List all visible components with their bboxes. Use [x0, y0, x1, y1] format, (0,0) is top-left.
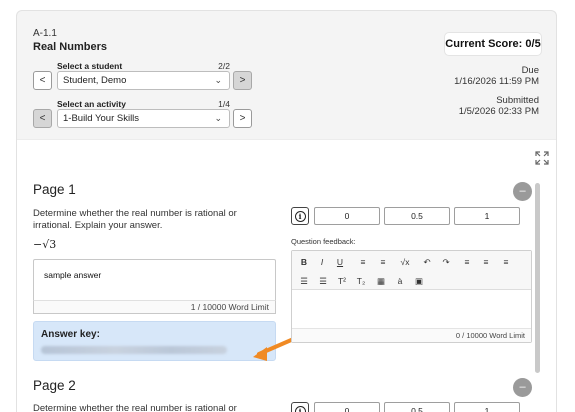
due-date: 1/16/2026 11:59 PM [454, 76, 539, 87]
page-1-title: Page 1 [33, 182, 76, 197]
activity-select-label: Select an activity [57, 99, 126, 109]
student-select[interactable]: Student, Demo ⌄ [57, 71, 230, 90]
chevron-left-icon: < [39, 113, 46, 124]
next-activity-button[interactable]: > [233, 109, 252, 128]
superscript-icon[interactable]: T² [335, 275, 349, 287]
redo-icon[interactable]: ↷ [439, 256, 453, 268]
info-button[interactable]: i [291, 207, 309, 225]
student-select-value: Student, Demo [63, 75, 127, 86]
chevron-down-icon: ⌄ [214, 75, 222, 85]
editor-toolbar: B I U ≡ ≡ √x ↶ ↷ ≡ ≡ ≡ ☰ ☰ T² T₂ ▦ à ▣ [292, 251, 531, 290]
due-label: Due [521, 65, 539, 76]
submitted-label: Submitted [496, 95, 539, 106]
answer-key-blurred [41, 346, 227, 354]
submitted-date: 1/5/2026 02:33 PM [458, 106, 539, 117]
next-student-button[interactable]: > [233, 71, 252, 90]
chevron-right-icon: > [239, 75, 246, 86]
image-icon[interactable]: ▣ [412, 275, 426, 287]
prev-student-button[interactable]: < [33, 71, 52, 90]
question-content: Page 1 – Determine whether the real numb… [17, 139, 556, 412]
info-circle-icon: i [294, 405, 306, 412]
info-circle-icon: i [294, 210, 306, 222]
italic-icon[interactable]: I [315, 256, 329, 268]
page-1-question: Determine whether the real number is rat… [33, 208, 237, 231]
page-2-question: Determine whether the real number is rat… [33, 403, 237, 412]
indent-right-icon[interactable]: ≡ [376, 256, 390, 268]
page-2-score-option-half[interactable]: 0.5 [384, 402, 450, 412]
page-2-title: Page 2 [33, 378, 76, 393]
page-2-score-option-1[interactable]: 1 [454, 402, 520, 412]
chevron-down-icon: ⌄ [214, 113, 222, 123]
page-1-collapse-button[interactable]: – [513, 182, 532, 201]
current-score: Current Score: 0/5 [444, 32, 542, 56]
score-option-half[interactable]: 0.5 [384, 207, 450, 225]
expand-icon[interactable] [535, 151, 549, 165]
grading-panel: A-1.1 Real Numbers Current Score: 0/5 Se… [16, 10, 557, 412]
feedback-label: Question feedback: [291, 237, 356, 246]
page-2-info-button[interactable]: i [291, 402, 309, 412]
assignment-code: A-1.1 [33, 28, 57, 39]
current-score-label: Current Score: [445, 38, 523, 50]
feedback-editor[interactable]: B I U ≡ ≡ √x ↶ ↷ ≡ ≡ ≡ ☰ ☰ T² T₂ ▦ à ▣ 0… [291, 250, 532, 343]
assignment-title: Real Numbers [33, 41, 107, 53]
student-select-label: Select a student [57, 61, 123, 71]
current-score-value: 0/5 [525, 38, 541, 50]
undo-icon[interactable]: ↶ [420, 256, 434, 268]
indent-left-icon[interactable]: ≡ [356, 256, 370, 268]
align-center-icon[interactable]: ≡ [479, 256, 493, 268]
numbered-list-icon[interactable]: ☰ [316, 275, 330, 287]
student-count: 2/2 [218, 61, 230, 71]
page-1-math: −√3 [33, 238, 57, 251]
scrollbar[interactable] [535, 183, 540, 373]
feedback-word-limit: 0 / 10000 Word Limit [292, 328, 531, 342]
activity-select-value: 1-Build Your Skills [63, 113, 140, 124]
special-character-icon[interactable]: à [393, 275, 407, 287]
score-option-1[interactable]: 1 [454, 207, 520, 225]
activity-count: 1/4 [218, 99, 230, 109]
subscript-icon[interactable]: T₂ [354, 275, 368, 287]
align-right-icon[interactable]: ≡ [499, 256, 513, 268]
page-2-collapse-button[interactable]: – [513, 378, 532, 397]
chevron-right-icon: > [239, 113, 246, 124]
bullet-list-icon[interactable]: ☰ [297, 275, 311, 287]
align-left-icon[interactable]: ≡ [460, 256, 474, 268]
answer-word-limit: 1 / 10000 Word Limit [33, 300, 276, 314]
page-2-score-option-0[interactable]: 0 [314, 402, 380, 412]
bold-icon[interactable]: B [297, 256, 311, 268]
activity-select[interactable]: 1-Build Your Skills ⌄ [57, 109, 230, 128]
chevron-left-icon: < [39, 75, 46, 86]
table-icon[interactable]: ▦ [374, 275, 388, 287]
student-answer-text: sample answer [44, 270, 102, 280]
math-equation-icon[interactable]: √x [398, 256, 412, 268]
prev-activity-button[interactable]: < [33, 109, 52, 128]
score-option-0[interactable]: 0 [314, 207, 380, 225]
underline-icon[interactable]: U [333, 256, 347, 268]
